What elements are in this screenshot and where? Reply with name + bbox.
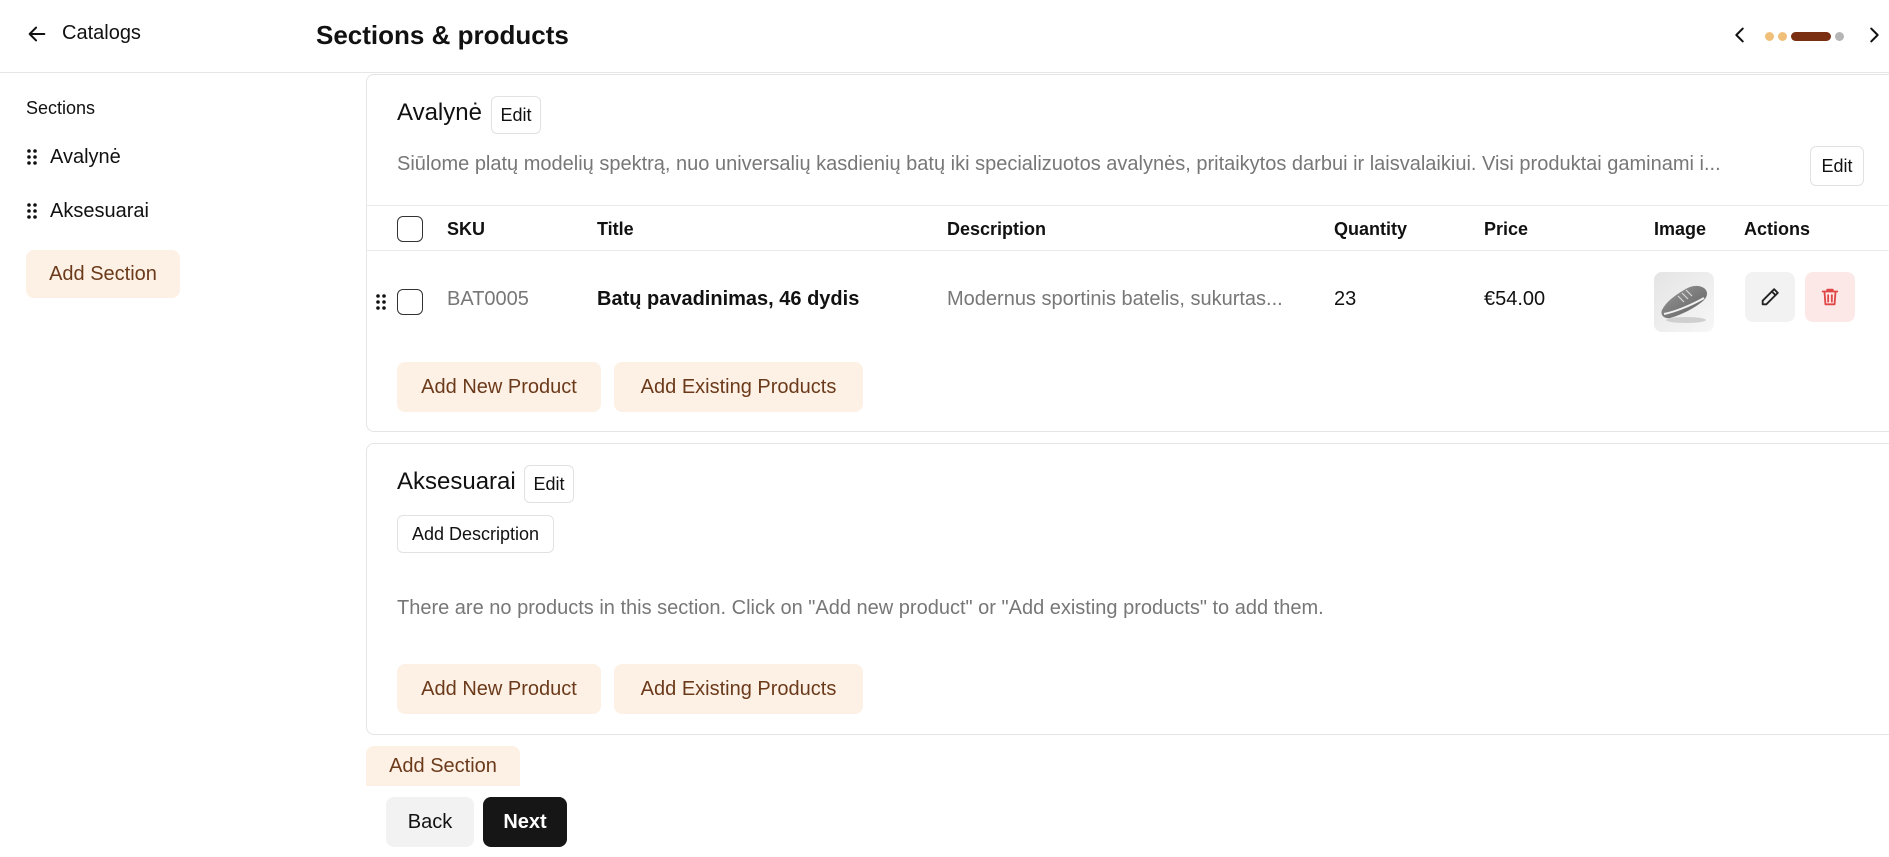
column-header-actions: Actions <box>1744 219 1811 239</box>
add-new-product-button[interactable]: Add New Product <box>397 362 601 412</box>
drag-handle-icon[interactable] <box>26 147 38 167</box>
sidebar-item-label: Aksesuarai <box>50 199 149 222</box>
sidebar-heading: Sections <box>26 98 96 118</box>
product-description: Modernus sportinis batelis, sukurtas... <box>947 288 1283 310</box>
delete-product-button[interactable] <box>1805 272 1855 322</box>
edit-section-title-button[interactable]: Edit <box>491 96 541 134</box>
section-description: Siūlome platų modelių spektrą, nuo unive… <box>397 153 1721 175</box>
section-card-avalyne: Avalynė Edit Siūlome platų modelių spekt… <box>366 74 1889 432</box>
wizard-footer: Back Next <box>366 786 1889 857</box>
product-title: Batų pavadinimas, 46 dydis <box>597 288 860 310</box>
select-all-checkbox[interactable] <box>397 216 423 242</box>
drag-handle-icon[interactable] <box>375 292 387 312</box>
row-select-checkbox[interactable] <box>397 289 423 315</box>
product-thumbnail[interactable] <box>1654 272 1714 332</box>
edit-product-button[interactable] <box>1745 272 1795 322</box>
sidebar-item-avalyne[interactable]: Avalynė <box>26 142 121 172</box>
column-header-image: Image <box>1654 219 1707 239</box>
pencil-icon <box>1761 288 1779 306</box>
step-dot <box>1765 32 1774 41</box>
add-existing-products-button[interactable]: Add Existing Products <box>614 362 863 412</box>
product-sku: BAT0005 <box>447 288 529 310</box>
sections-sidebar: Sections Avalynė Aksesuarai Add Section <box>0 74 360 857</box>
arrow-left-icon <box>28 26 46 41</box>
edit-section-title-button[interactable]: Edit <box>524 465 574 503</box>
sneaker-image <box>1654 272 1714 332</box>
add-new-product-button[interactable]: Add New Product <box>397 664 601 714</box>
column-header-description: Description <box>947 219 1047 239</box>
column-header-quantity: Quantity <box>1334 219 1408 239</box>
products-table-header: SKU Title Description Quantity Price Ima… <box>367 205 1889 251</box>
back-link-label: Catalogs <box>62 22 141 44</box>
empty-section-message: There are no products in this section. C… <box>397 597 1324 619</box>
table-row: BAT0005 Batų pavadinimas, 46 dydis Moder… <box>367 252 1889 352</box>
section-title: Aksesuarai <box>397 468 516 495</box>
next-button[interactable]: Next <box>483 797 567 847</box>
product-quantity: 23 <box>1334 288 1357 310</box>
back-to-catalogs-link[interactable]: Catalogs <box>26 22 141 45</box>
chevron-left-icon[interactable] <box>1729 24 1751 46</box>
step-dots <box>1765 32 1844 41</box>
add-existing-products-button[interactable]: Add Existing Products <box>614 664 863 714</box>
trash-icon <box>1821 288 1839 306</box>
sidebar-item-aksesuarai[interactable]: Aksesuarai <box>26 196 149 226</box>
page-header: Catalogs Sections & products <box>0 0 1889 73</box>
drag-handle-icon[interactable] <box>26 201 38 221</box>
step-indicator <box>1729 22 1889 50</box>
sidebar-add-section-button[interactable]: Add Section <box>26 250 180 298</box>
back-button[interactable]: Back <box>386 797 474 847</box>
step-dot <box>1791 32 1831 41</box>
product-price: €54.00 <box>1484 288 1546 310</box>
column-header-title: Title <box>597 219 634 239</box>
chevron-right-icon[interactable] <box>1863 24 1885 46</box>
column-header-price: Price <box>1484 219 1529 239</box>
sidebar-item-label: Avalynė <box>50 145 121 168</box>
section-card-aksesuarai: Aksesuarai Edit Add Description There ar… <box>366 443 1889 735</box>
step-dot <box>1778 32 1787 41</box>
section-title: Avalynė <box>397 99 482 126</box>
add-section-button[interactable]: Add Section <box>366 746 520 786</box>
page-title: Sections & products <box>316 20 569 50</box>
add-description-button[interactable]: Add Description <box>397 515 554 553</box>
edit-section-description-button[interactable]: Edit <box>1810 146 1864 186</box>
column-header-sku: SKU <box>447 219 486 239</box>
step-dot <box>1835 32 1844 41</box>
